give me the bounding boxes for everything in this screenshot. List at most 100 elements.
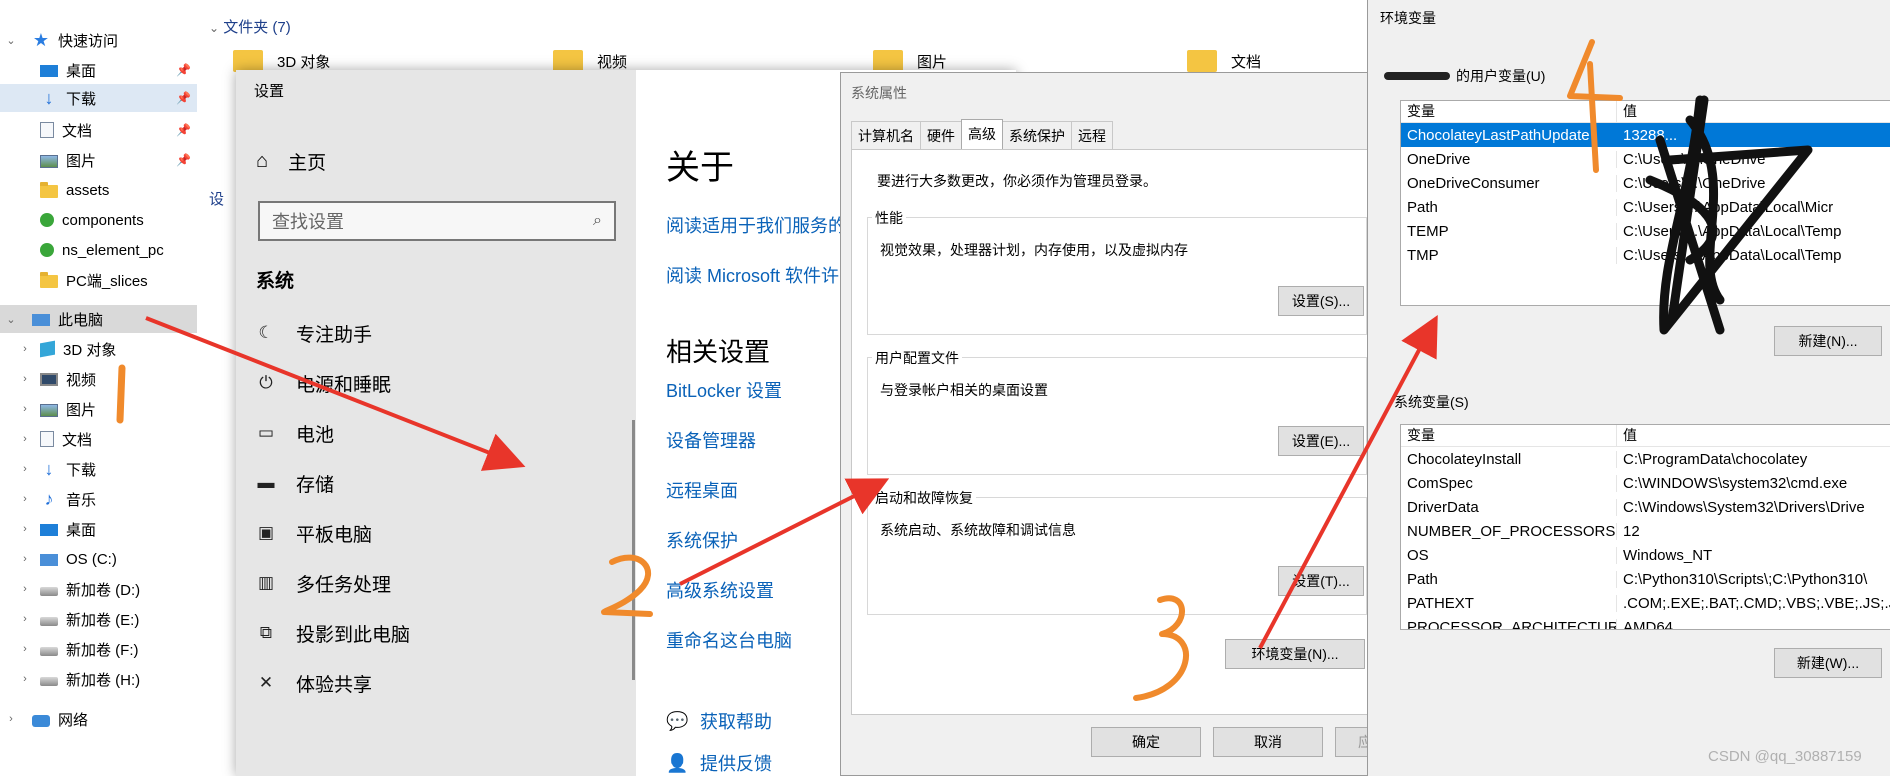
table-row[interactable]: ComSpec C:\WINDOWS\system32\cmd.exe (1401, 471, 1890, 495)
about-link-services[interactable]: 阅读适用于我们服务的 (666, 212, 846, 238)
nav-item-assets[interactable]: assets (0, 176, 109, 204)
folders-group-header[interactable]: ⌄ 文件夹 (7) (209, 16, 291, 37)
nav-item-quick-access[interactable]: ⌄ ★ 快速访问 (0, 26, 118, 54)
folder-icon (873, 50, 903, 72)
system-new-button[interactable]: 新建(W)... (1774, 648, 1882, 678)
chevron-right-icon[interactable]: › (18, 673, 32, 685)
pin-icon[interactable]: 📌 (176, 123, 191, 137)
settings-item-shared-experiences[interactable]: ✕ 体验共享 (256, 668, 372, 698)
pin-icon[interactable]: 📌 (176, 153, 191, 167)
nav-item-desktop[interactable]: 桌面 📌 (0, 56, 191, 84)
nav-item-pc-slices[interactable]: PC端_slices (0, 266, 148, 294)
table-row[interactable]: ChocolateyInstall C:\ProgramData\chocola… (1401, 447, 1890, 471)
column-header-variable[interactable]: 变量 (1401, 101, 1617, 122)
get-help-link[interactable]: 💬 获取帮助 (666, 708, 772, 734)
folder-tile-documents[interactable]: 文档 (1187, 48, 1261, 74)
settings-home-link[interactable]: ⌂ 主页 (256, 148, 326, 175)
nav-item-drive-f[interactable]: › 新加卷 (F:) (0, 635, 138, 663)
link-device-manager[interactable]: 设备管理器 (666, 427, 756, 453)
table-row[interactable]: TEMP C:\Users\...\AppData\Local\Temp (1401, 219, 1890, 243)
chevron-right-icon[interactable]: › (4, 713, 18, 725)
settings-scrollbar[interactable] (632, 420, 635, 680)
settings-item-project[interactable]: ⧉ 投影到此电脑 (256, 618, 410, 648)
link-advanced-system-settings[interactable]: 高级系统设置 (666, 577, 774, 603)
nav-item-ns-element-pc[interactable]: ns_element_pc (0, 236, 164, 264)
nav-item-this-pc[interactable]: ⌄ 此电脑 (0, 305, 197, 333)
nav-item-drive-d[interactable]: › 新加卷 (D:) (0, 575, 140, 603)
nav-item-music[interactable]: › ♪ 音乐 (0, 485, 96, 513)
link-remote-desktop[interactable]: 远程桌面 (666, 477, 738, 503)
startup-settings-button[interactable]: 设置(T)... (1278, 566, 1364, 596)
give-feedback-link[interactable]: 👤 提供反馈 (666, 750, 772, 776)
settings-item-focus-assist[interactable]: ☾ 专注助手 (256, 318, 372, 348)
table-row[interactable]: PROCESSOR_ARCHITECTURE AMD64 (1401, 615, 1890, 629)
pin-icon[interactable]: 📌 (176, 91, 191, 105)
settings-item-multitasking[interactable]: ▥ 多任务处理 (256, 568, 391, 598)
nav-item-videos[interactable]: › 视频 (0, 365, 96, 393)
chevron-right-icon[interactable]: › (18, 343, 32, 355)
nav-item-label: 下载 (66, 461, 97, 479)
nav-item-3d-objects[interactable]: › 3D 对象 (0, 335, 116, 363)
table-row[interactable]: Path C:\Python310\Scripts\;C:\Python310\ (1401, 567, 1890, 591)
chevron-down-icon[interactable]: ⌄ (4, 313, 18, 326)
table-row[interactable]: OneDriveConsumer C:\Users\...\OneDrive (1401, 171, 1890, 195)
tab-advanced[interactable]: 高级 (961, 119, 1003, 151)
column-header-value[interactable]: 值 (1617, 425, 1890, 446)
table-row[interactable]: TMP C:\Users\...\AppData\Local\Temp (1401, 243, 1890, 267)
chevron-right-icon[interactable]: › (18, 463, 32, 475)
settings-search-input[interactable]: 查找设置 ⌕ (258, 201, 616, 241)
nav-item-documents-pc[interactable]: › 文档 (0, 425, 92, 453)
settings-item-tablet[interactable]: ▣ 平板电脑 (256, 518, 372, 548)
table-row[interactable]: NUMBER_OF_PROCESSORS 12 (1401, 519, 1890, 543)
nav-item-pictures-pc[interactable]: › 图片 (0, 395, 96, 423)
chevron-right-icon[interactable]: › (18, 373, 32, 385)
table-row[interactable]: Path C:\Users\...\AppData\Local\Micr (1401, 195, 1890, 219)
user-variables-table[interactable]: 变量 值 ChocolateyLastPathUpdate 13288... O… (1400, 100, 1890, 306)
user-new-button[interactable]: 新建(N)... (1774, 326, 1882, 356)
cancel-button[interactable]: 取消 (1213, 727, 1323, 757)
search-icon[interactable]: ⌕ (593, 212, 602, 230)
nav-item-drive-e[interactable]: › 新加卷 (E:) (0, 605, 139, 633)
column-header-value[interactable]: 值 (1617, 101, 1890, 122)
nav-item-downloads-pc[interactable]: › ↓ 下载 (0, 455, 96, 483)
chevron-right-icon[interactable]: › (18, 403, 32, 415)
chevron-right-icon[interactable]: › (18, 583, 32, 595)
chevron-down-icon[interactable]: ⌄ (4, 34, 18, 47)
nav-item-components[interactable]: components (0, 206, 144, 234)
performance-settings-button[interactable]: 设置(S)... (1278, 286, 1364, 316)
chevron-right-icon[interactable]: › (18, 643, 32, 655)
link-bitlocker[interactable]: BitLocker 设置 (666, 377, 782, 403)
settings-item-battery[interactable]: ▭ 电池 (256, 418, 334, 448)
nav-item-network[interactable]: › 网络 (0, 705, 88, 733)
ok-button[interactable]: 确定 (1091, 727, 1201, 757)
var-name: OS (1401, 546, 1617, 564)
settings-item-storage[interactable]: ▬ 存储 (256, 468, 335, 498)
environment-variables-button[interactable]: 环境变量(N)... (1225, 639, 1365, 669)
settings-item-power-sleep[interactable]: ⏻ 电源和睡眠 (256, 368, 391, 398)
system-variables-table[interactable]: 变量 值 ChocolateyInstall C:\ProgramData\ch… (1400, 424, 1890, 630)
get-help-label: 获取帮助 (700, 712, 772, 732)
chevron-right-icon[interactable]: › (18, 553, 32, 565)
table-row[interactable]: OS Windows_NT (1401, 543, 1890, 567)
table-row[interactable]: OneDrive C:\Users\...\OneDrive (1401, 147, 1890, 171)
table-row[interactable]: PATHEXT .COM;.EXE;.BAT;.CMD;.VBS;.VBE;.J… (1401, 591, 1890, 615)
nav-item-pictures[interactable]: 图片 📌 (0, 146, 191, 174)
table-row[interactable]: ChocolateyLastPathUpdate 13288... (1401, 123, 1890, 147)
nav-item-documents[interactable]: 文档 📌 (0, 116, 191, 144)
column-header-variable[interactable]: 变量 (1401, 425, 1617, 446)
chevron-right-icon[interactable]: › (18, 493, 32, 505)
table-row[interactable]: DriverData C:\Windows\System32\Drivers\D… (1401, 495, 1890, 519)
pin-icon[interactable]: 📌 (176, 63, 191, 77)
chevron-right-icon[interactable]: › (18, 613, 32, 625)
chevron-right-icon[interactable]: › (18, 523, 32, 535)
link-system-protection[interactable]: 系统保护 (666, 527, 738, 553)
nav-item-drive-h[interactable]: › 新加卷 (H:) (0, 665, 140, 693)
about-link-license[interactable]: 阅读 Microsoft 软件许 (666, 262, 839, 288)
nav-item-downloads[interactable]: ↓ 下载 📌 (0, 84, 197, 112)
link-rename-pc[interactable]: 重命名这台电脑 (666, 627, 792, 653)
nav-item-drive-c[interactable]: › OS (C:) (0, 545, 117, 573)
nav-item-desktop-pc[interactable]: › 桌面 (0, 515, 96, 543)
chevron-right-icon[interactable]: › (18, 433, 32, 445)
user-profiles-settings-button[interactable]: 设置(E)... (1278, 426, 1364, 456)
chevron-down-icon[interactable]: ⌄ (209, 21, 219, 35)
